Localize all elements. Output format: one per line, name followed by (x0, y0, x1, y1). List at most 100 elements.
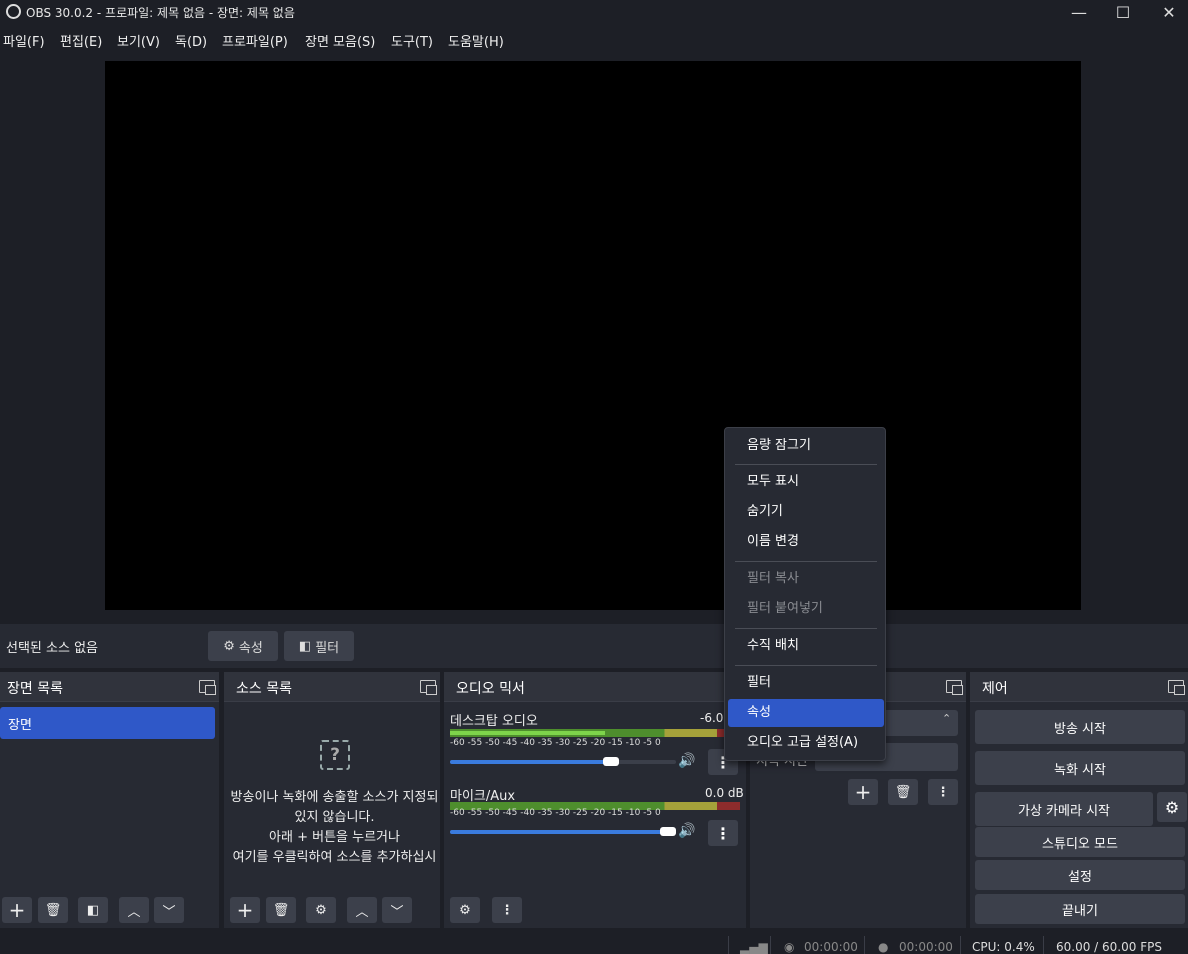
channel-menu-button[interactable]: ⋮ (708, 820, 738, 846)
menu-separator (735, 628, 877, 629)
add-transition-button[interactable]: + (848, 779, 878, 805)
undock-icon[interactable] (946, 680, 963, 695)
move-source-up-button[interactable]: ︿ (347, 897, 377, 923)
status-separator (864, 936, 865, 954)
add-source-button[interactable]: + (230, 897, 260, 923)
empty-sources-text: 아래 + 버튼을 누르거나 (269, 830, 400, 845)
dock-header: 오디오 믹서 (444, 672, 746, 702)
more-vertical-icon: ⋮ (936, 784, 950, 800)
menu-tools[interactable]: 도구(T) (391, 31, 433, 50)
empty-source-icon: ? (320, 740, 350, 770)
status-separator (1043, 936, 1044, 954)
source-toolbar (0, 624, 1188, 668)
dock-title: 소스 목록 (236, 681, 292, 697)
dock-header: 소스 목록 (224, 672, 440, 702)
exit-button[interactable]: 끝내기 (975, 894, 1185, 924)
remove-transition-button[interactable]: 🗑 (888, 779, 918, 805)
volume-slider-handle[interactable] (603, 757, 619, 766)
channel-db: 0.0 dB (705, 786, 744, 800)
window-title: OBS 30.0.2 - 프로파일: 제목 없음 - 장면: 제목 없음 (26, 6, 295, 20)
menu-item-hide[interactable]: 숨기기 (725, 498, 887, 526)
trash-icon: 🗑 (44, 902, 62, 918)
gear-icon: ⚙ (315, 902, 327, 918)
chevron-up-icon: ︿ (355, 904, 369, 920)
filter-icon: ◧ (298, 638, 312, 654)
record-time: 00:00:00 (899, 940, 953, 954)
dock-title: 제어 (982, 681, 1008, 697)
studio-mode-button[interactable]: 스튜디오 모드 (975, 827, 1185, 857)
gears-icon: ⚙ (459, 902, 471, 918)
undock-icon[interactable] (1168, 680, 1185, 695)
menu-item-vertical-layout[interactable]: 수직 배치 (725, 632, 887, 660)
menu-item-copy-filters: 필터 복사 (747, 571, 799, 586)
settings-button[interactable]: 설정 (975, 860, 1185, 890)
plus-icon: + (8, 898, 26, 922)
menu-file[interactable]: 파일(F) (3, 31, 45, 50)
scene-list-item[interactable] (0, 707, 215, 739)
menu-bar: 파일(F) 편집(E) 보기(V) 독(D) 프로파일(P) 장면 모음(S) … (0, 28, 1188, 50)
meter-ticks: -60 -55 -50 -45 -40 -35 -30 -25 -20 -15 … (450, 738, 661, 748)
chevron-up-icon: ︿ (127, 904, 141, 920)
status-separator (960, 936, 961, 954)
empty-sources-text: 있지 않습니다. (294, 810, 375, 825)
mixer-menu-button[interactable]: ⋮ (492, 897, 522, 923)
volume-slider-handle[interactable] (660, 827, 676, 836)
remove-scene-button[interactable]: 🗑 (38, 897, 68, 923)
menu-separator (735, 561, 877, 562)
volume-meter-level (450, 731, 605, 735)
volume-slider-fill (450, 830, 668, 834)
menu-edit[interactable]: 편집(E) (60, 31, 102, 50)
more-vertical-icon: ⋮ (500, 902, 514, 918)
virtual-camera-settings-button[interactable]: ⚙ (1157, 792, 1187, 822)
advanced-audio-button[interactable]: ⚙ (450, 897, 480, 923)
stream-time: 00:00:00 (804, 940, 858, 954)
menu-item-filters[interactable]: 필터 (725, 669, 887, 697)
empty-sources-text: 여기를 우클릭하여 소스를 추가하십시 (232, 850, 437, 865)
close-window-button[interactable]: ✕ (1146, 0, 1188, 24)
speaker-icon[interactable]: 🔊 (678, 753, 695, 769)
start-streaming-button[interactable]: 방송 시작 (975, 710, 1185, 744)
move-source-down-button[interactable]: ﹀ (382, 897, 412, 923)
menu-profile[interactable]: 프로파일(P) (222, 31, 288, 50)
menu-view[interactable]: 보기(V) (117, 31, 160, 50)
source-properties-button[interactable]: ⚙ (306, 897, 336, 923)
chevron-down-icon: ﹀ (390, 904, 404, 920)
move-scene-down-button[interactable]: ﹀ (154, 897, 184, 923)
remove-source-button[interactable]: 🗑 (266, 897, 296, 923)
dock-title: 오디오 믹서 (456, 681, 525, 697)
scene-filters-button[interactable]: ◧ (78, 897, 108, 923)
trash-icon: 🗑 (894, 784, 912, 800)
add-scene-button[interactable]: + (2, 897, 32, 923)
source-filters-button[interactable]: ◧ 필터 (284, 631, 354, 661)
minimize-button[interactable]: — (1056, 0, 1102, 24)
source-properties-button[interactable]: ⚙ 속성 (208, 631, 278, 661)
filters-label: 필터 (315, 640, 340, 656)
menu-separator (735, 464, 877, 465)
undock-icon[interactable] (420, 680, 437, 695)
properties-label: 속성 (238, 640, 263, 656)
transition-menu-button[interactable]: ⋮ (928, 779, 958, 805)
start-virtual-camera-button[interactable]: 가상 카메라 시작 (975, 792, 1153, 826)
maximize-button[interactable]: ☐ (1100, 0, 1146, 24)
move-scene-up-button[interactable]: ︿ (119, 897, 149, 923)
menu-item-rename[interactable]: 이름 변경 (725, 528, 887, 556)
menu-scene-collection[interactable]: 장면 모음(S) (305, 31, 375, 50)
menu-docks[interactable]: 독(D) (175, 31, 207, 50)
empty-sources-text: 방송이나 녹화에 송출할 소스가 지정되 (230, 790, 439, 805)
trash-icon: 🗑 (272, 902, 290, 918)
menu-item-lock-volume[interactable]: 음량 잠그기 (725, 432, 887, 460)
start-recording-button[interactable]: 녹화 시작 (975, 751, 1185, 785)
menu-help[interactable]: 도움말(H) (448, 31, 504, 50)
menu-item-paste-filters: 필터 붙여넣기 (747, 601, 823, 616)
menu-item-properties[interactable]: 속성 (728, 699, 884, 727)
cpu-usage: CPU: 0.4% (972, 940, 1035, 954)
speaker-icon[interactable]: 🔊 (678, 823, 695, 839)
signal-icon: ▂▄▆ (740, 940, 768, 954)
status-separator (770, 936, 771, 954)
chevron-updown-icon: ⌃ (942, 712, 952, 725)
undock-icon[interactable] (199, 680, 216, 695)
volume-slider-fill (450, 760, 611, 764)
menu-item-advanced-audio[interactable]: 오디오 고급 설정(A) (725, 729, 887, 757)
menu-item-unhide-all[interactable]: 모두 표시 (725, 468, 887, 496)
preview-canvas[interactable] (105, 61, 1081, 610)
